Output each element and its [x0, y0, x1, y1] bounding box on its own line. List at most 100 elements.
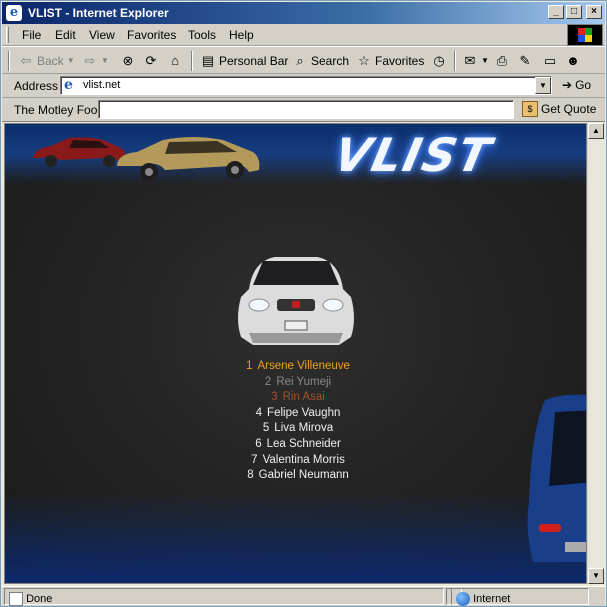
status-pane-main: Done	[4, 588, 444, 606]
toolbar-grip	[8, 51, 10, 71]
history-icon: ◷	[433, 53, 445, 68]
edit-button[interactable]: ✎	[517, 51, 533, 71]
menu-bar: File Edit View Favorites Tools Help	[2, 24, 605, 46]
refresh-button[interactable]: ⟳	[143, 51, 159, 71]
driver-list-item[interactable]: 8 Gabriel Neumann	[193, 468, 403, 484]
quote-icon: $	[522, 101, 538, 117]
zone-text: Internet	[473, 592, 511, 605]
globe-icon	[456, 592, 470, 606]
title-bar[interactable]: e VLIST - Internet Explorer _ □ ×	[2, 2, 605, 24]
driver-list-item[interactable]: 3 Rin Asai	[193, 390, 403, 406]
driver-list-item[interactable]: 5 Liva Mirova	[193, 421, 403, 437]
forward-button[interactable]: ⇨ ▼	[82, 51, 109, 71]
menu-view[interactable]: View	[89, 28, 115, 42]
windows-logo-throbber	[567, 24, 603, 46]
go-icon: ➔	[562, 78, 573, 92]
driver-rank: 7	[251, 453, 258, 466]
links-bar: The Motley Fool $ Get Quote	[2, 98, 605, 122]
driver-name: Felipe Vaughn	[267, 406, 341, 419]
forward-dropdown-icon[interactable]: ▼	[101, 53, 109, 69]
menu-file[interactable]: File	[22, 28, 41, 42]
messenger-button[interactable]: ☻	[565, 51, 581, 71]
favorites-button[interactable]: ☆ Favorites	[356, 51, 424, 71]
discuss-icon: ▭	[543, 53, 557, 68]
address-dropdown-button[interactable]: ▼	[535, 77, 551, 94]
favorites-icon: ☆	[358, 53, 370, 68]
discuss-button[interactable]: ▭	[542, 51, 558, 71]
driver-list-item[interactable]: 2 Rei Yumeji	[193, 375, 403, 391]
ie-icon: e	[6, 5, 22, 21]
driver-list-item[interactable]: 4 Felipe Vaughn	[193, 406, 403, 422]
menu-tools[interactable]: Tools	[188, 28, 216, 42]
featured-car-image[interactable]	[235, 249, 357, 347]
messenger-icon: ☻	[566, 53, 580, 68]
edit-icon: ✎	[519, 53, 531, 68]
driver-rank: 5	[262, 422, 270, 435]
driver-list-item[interactable]: 7 Valentina Morris	[193, 453, 403, 469]
address-input[interactable]: e vlist.net ▼	[60, 76, 552, 95]
search-icon: ⌕	[296, 53, 304, 68]
gold-car-image	[117, 137, 260, 181]
search-button[interactable]: ⌕ Search	[292, 51, 349, 71]
history-button[interactable]: ◷	[431, 51, 447, 71]
links-label: The Motley Fool	[14, 103, 101, 117]
driver-rank: 3	[271, 391, 278, 404]
driver-rank: 8	[247, 469, 254, 482]
mail-button[interactable]: ✉ ▼	[462, 51, 489, 71]
menubar-grip[interactable]	[6, 27, 9, 43]
driver-rank: 4	[255, 406, 263, 419]
personal-bar-label: Personal Bar	[219, 54, 289, 68]
driver-list: 1 Arsene Villeneuve 2 Rei Yumeji 3 Rin Asai 4 F…	[193, 359, 403, 484]
driver-rank: 6	[255, 437, 262, 450]
get-quote-button[interactable]: $ Get Quote	[522, 101, 596, 117]
menu-help[interactable]: Help	[229, 28, 254, 42]
maximize-button[interactable]: □	[566, 5, 582, 19]
scroll-down-button[interactable]: ▼	[588, 568, 604, 584]
window-controls: _ □ ×	[548, 5, 602, 19]
menu-edit[interactable]: Edit	[55, 28, 76, 42]
get-quote-label: Get Quote	[541, 102, 597, 116]
driver-list-item[interactable]: 6 Lea Schneider	[193, 437, 403, 453]
back-label: Back	[37, 54, 64, 68]
toolbar-separator	[191, 51, 193, 71]
menu-favorites[interactable]: Favorites	[127, 28, 176, 42]
bottom-glow	[5, 493, 586, 583]
vertical-scrollbar[interactable]: ▲ ▼	[587, 123, 604, 584]
home-button[interactable]: ⌂	[167, 51, 183, 71]
go-label: Go	[575, 78, 592, 92]
mail-icon: ✉	[464, 53, 476, 68]
driver-name: Rei Yumeji	[276, 375, 332, 388]
personal-bar-button[interactable]: ▤ Personal Bar	[200, 51, 289, 71]
search-label: Search	[311, 54, 350, 68]
print-button[interactable]: ⎙	[494, 51, 510, 71]
close-button[interactable]: ×	[586, 5, 602, 19]
minimize-button[interactable]: _	[548, 5, 564, 19]
stop-button[interactable]: ⊗	[120, 51, 136, 71]
scroll-up-button[interactable]: ▲	[588, 123, 604, 139]
driver-name: Rin Asai	[282, 391, 325, 404]
refresh-icon: ⟳	[145, 53, 157, 68]
driver-rank: 1	[246, 360, 253, 372]
windows-flag-icon	[578, 28, 592, 42]
standard-toolbar: ⇦ Back ▼ ⇨ ▼ ⊗ ⟳ ⌂ ▤ Personal Bar ⌕ Sear…	[2, 46, 605, 74]
status-zone-content: Internet	[456, 592, 510, 606]
quote-input[interactable]	[98, 100, 514, 119]
back-button[interactable]: ⇦ Back ▼	[18, 51, 75, 71]
print-icon: ⎙	[496, 53, 508, 68]
status-bar: Done Internet	[2, 586, 605, 606]
mail-dropdown-icon[interactable]: ▼	[481, 53, 489, 69]
favorites-label: Favorites	[375, 54, 425, 68]
back-dropdown-icon[interactable]: ▼	[67, 53, 75, 69]
vlist-logo[interactable]: VLIST	[329, 128, 497, 182]
page-done-icon	[9, 592, 23, 606]
driver-list-item[interactable]: 1 Arsene Villeneuve	[193, 359, 403, 375]
driver-rank: 2	[264, 375, 272, 388]
back-arrow-icon: ⇦	[20, 53, 32, 68]
ie-icon: e	[64, 77, 73, 93]
status-text: Done	[26, 592, 53, 605]
personal-bar-icon: ▤	[201, 53, 215, 68]
home-icon: ⌂	[171, 53, 179, 68]
address-value: vlist.net	[83, 79, 121, 91]
driver-name: Gabriel Neumann	[258, 469, 349, 482]
go-button[interactable]: ➔ Go	[562, 78, 591, 92]
